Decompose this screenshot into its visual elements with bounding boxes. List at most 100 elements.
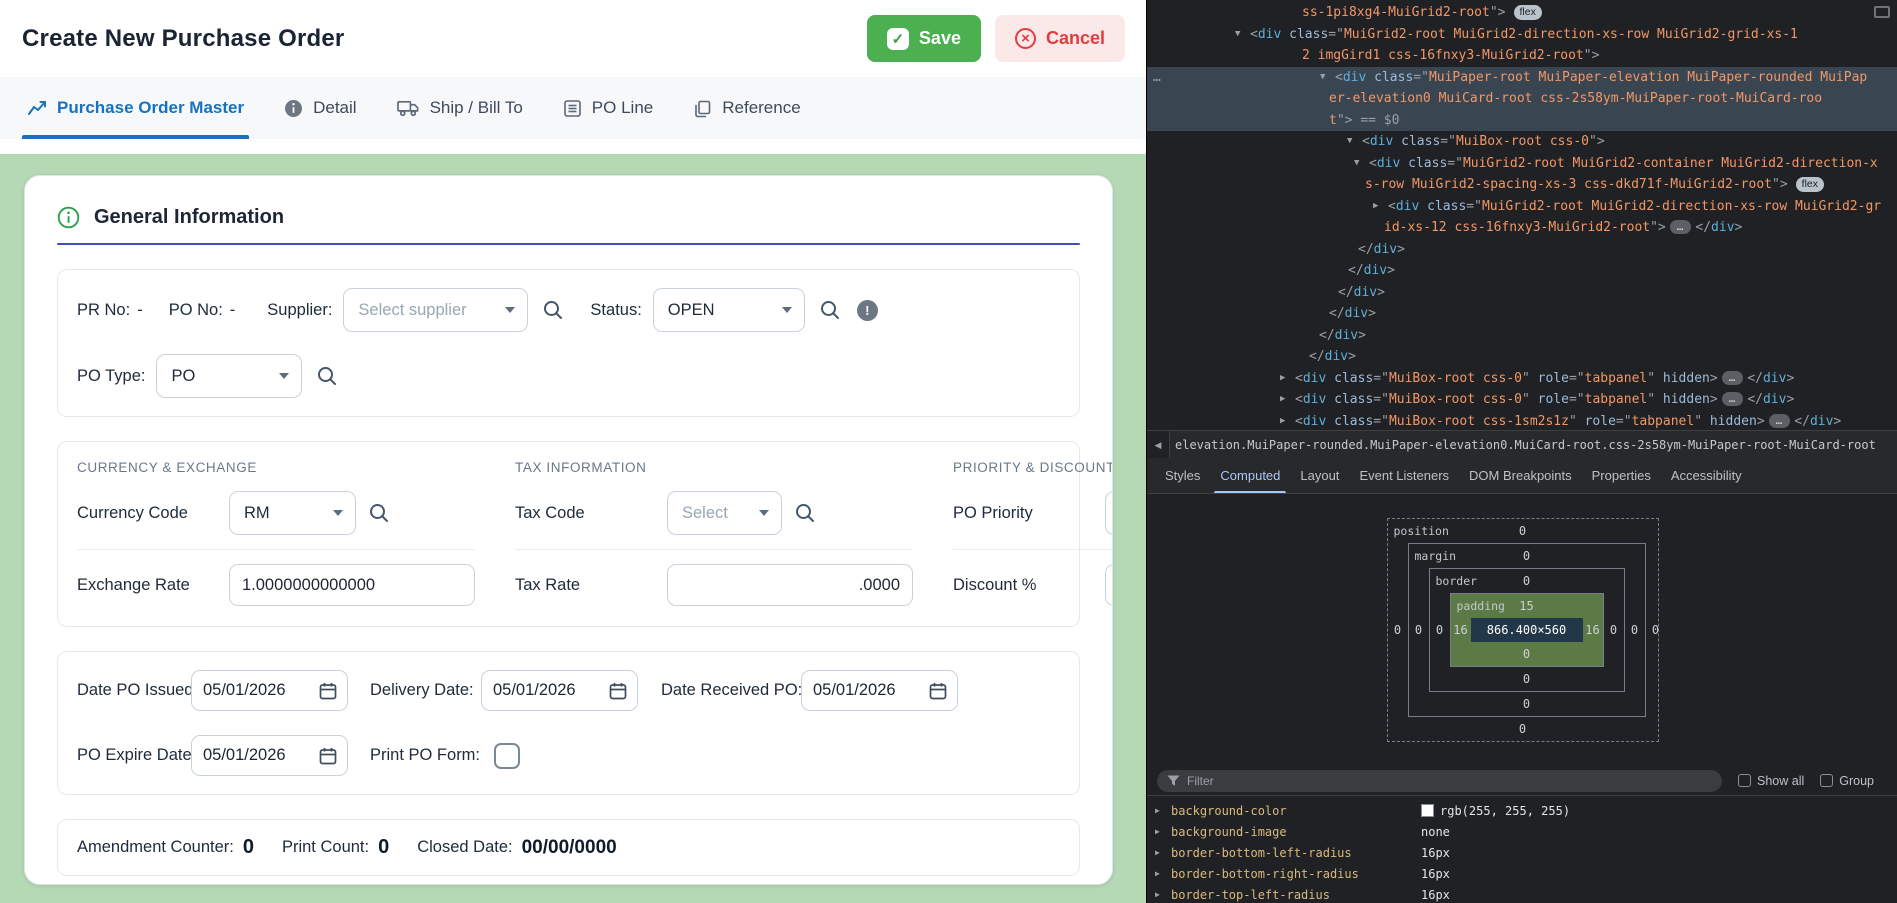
dom-node-line[interactable]: t"> == $0 [1147, 110, 1897, 132]
currency-search-icon[interactable] [368, 502, 390, 524]
currency-code-select[interactable]: RM [229, 491, 356, 535]
group-checkbox[interactable] [1820, 774, 1833, 787]
tax-code-select[interactable]: Select [667, 491, 782, 535]
delivery-date-input[interactable]: 05/01/2026 [481, 670, 638, 711]
code-token: div [1345, 306, 1368, 321]
box-model[interactable]: position0 0 margin0 0 border0 0 [1387, 518, 1659, 742]
devtools-tab-properties[interactable]: Properties [1582, 458, 1661, 493]
calendar-icon[interactable] [608, 681, 628, 701]
po-expire-date-input[interactable]: 05/01/2026 [191, 735, 348, 776]
exchange-rate-input[interactable] [229, 564, 475, 606]
tab-detail[interactable]: Detail [284, 77, 356, 139]
cancel-button[interactable]: × Cancel [995, 15, 1125, 62]
computed-property-row: ▶border-bottom-right-radius16px [1147, 863, 1897, 884]
show-all-checkbox[interactable] [1738, 774, 1751, 787]
box-model-padding-ring[interactable]: padding15 16 866.400×560 16 0 [1450, 593, 1604, 667]
expand-inline-button[interactable]: … [1670, 220, 1692, 234]
dom-node-line[interactable]: </div> [1147, 325, 1897, 347]
dom-node-line[interactable]: ▼<div class="MuiGrid2-root MuiGrid2-dire… [1147, 24, 1897, 46]
calendar-icon[interactable] [318, 681, 338, 701]
expand-arrow-icon[interactable]: ▶ [1155, 806, 1171, 815]
dom-node-line[interactable]: ▼<div class="MuiBox-root css-0"> [1147, 131, 1897, 153]
expand-arrow-icon[interactable]: ▼ [1354, 153, 1369, 175]
device-icon[interactable] [1874, 6, 1890, 18]
code-token: role [1585, 414, 1616, 429]
expand-arrow-icon[interactable]: ▶ [1280, 368, 1295, 390]
property-name[interactable]: background-color [1171, 804, 1421, 818]
po-priority-select[interactable]: Select [1105, 491, 1113, 535]
date-po-issued-input[interactable]: 05/01/2026 [191, 670, 348, 711]
expand-arrow-icon[interactable]: ▶ [1155, 890, 1171, 899]
expand-arrow-icon[interactable]: ▶ [1280, 389, 1295, 411]
dom-node-line[interactable]: 2 imgGird1 css-16fnxy3-MuiGrid2-root"> [1147, 45, 1897, 67]
property-name[interactable]: background-image [1171, 825, 1421, 839]
devtools-tab-layout[interactable]: Layout [1290, 458, 1349, 493]
expand-inline-button[interactable]: … [1722, 392, 1744, 406]
flex-badge[interactable]: flex [1514, 5, 1542, 20]
expand-arrow-icon[interactable]: ▶ [1373, 196, 1388, 218]
expand-arrow-icon[interactable]: ▶ [1280, 411, 1295, 433]
dom-node-line[interactable]: </div> [1147, 260, 1897, 282]
calendar-icon[interactable] [318, 746, 338, 766]
tab-po-line[interactable]: PO Line [563, 77, 653, 139]
dom-node-line[interactable]: id-xs-12 css-16fnxy3-MuiGrid2-root">…</d… [1147, 217, 1897, 239]
filter-input[interactable]: Filter [1157, 770, 1722, 792]
dom-node-line[interactable]: ss-1pi8xg4-MuiGrid2-root">flex [1147, 2, 1897, 24]
devtools-tab-computed[interactable]: Computed [1210, 458, 1290, 493]
status-alert-icon[interactable]: ! [857, 300, 878, 321]
dom-node-line[interactable]: </div> [1147, 239, 1897, 261]
tax-search-icon[interactable] [794, 502, 816, 524]
dom-node-line[interactable]: ▶<div class="MuiBox-root css-0" role="ta… [1147, 389, 1897, 411]
expand-arrow-icon[interactable]: ▶ [1155, 869, 1171, 878]
dom-node-line[interactable]: </div> [1147, 346, 1897, 368]
dom-node-line[interactable]: ▶<div class="MuiGrid2-root MuiGrid2-dire… [1147, 196, 1897, 218]
tax-rate-input[interactable] [667, 564, 913, 606]
box-model-margin-ring[interactable]: margin0 0 border0 0 padding15 [1408, 543, 1646, 717]
expand-inline-button[interactable]: … [1769, 414, 1791, 428]
save-button[interactable]: ✓ Save [867, 15, 981, 62]
tab-label: Reference [722, 98, 800, 118]
dom-node-line[interactable]: </div> [1147, 282, 1897, 304]
dom-node-line[interactable]: ▼<div class="MuiGrid2-root MuiGrid2-cont… [1147, 153, 1897, 175]
supplier-select[interactable]: Select supplier [343, 288, 528, 332]
tab-purchase-order-master[interactable]: Purchase Order Master [27, 77, 244, 139]
calendar-icon[interactable] [928, 681, 948, 701]
dom-node-line[interactable]: s-row MuiGrid2-spacing-xs-3 css-dkd71f-M… [1147, 174, 1897, 196]
expand-arrow-icon[interactable]: ▼ [1320, 67, 1335, 89]
breadcrumb-scroll-left-icon[interactable]: ◀ [1147, 431, 1170, 459]
flex-badge[interactable]: flex [1796, 177, 1824, 192]
print-po-form-checkbox[interactable] [494, 743, 520, 769]
dom-node-line[interactable]: er-elevation0 MuiCard-root css-2s58ym-Mu… [1147, 88, 1897, 110]
property-name[interactable]: border-top-left-radius [1171, 888, 1421, 902]
devtools-tab-dom-breakpoints[interactable]: DOM Breakpoints [1459, 458, 1582, 493]
discount-input[interactable] [1105, 564, 1113, 606]
dom-node-line[interactable]: </div> [1147, 303, 1897, 325]
dom-node-line[interactable]: ▶<div class="MuiBox-root css-1sm2s1z" ro… [1147, 411, 1897, 433]
supplier-search-icon[interactable] [542, 299, 564, 321]
po-type-select[interactable]: PO [156, 354, 302, 398]
devtools-tab-styles[interactable]: Styles [1155, 458, 1210, 493]
node-menu-dots-icon[interactable]: … [1153, 67, 1162, 89]
dom-node-line[interactable]: …▼<div class="MuiPaper-root MuiPaper-ele… [1147, 67, 1897, 89]
tab-ship-bill-to[interactable]: Ship / Bill To [397, 77, 523, 139]
dom-node-line[interactable]: ▶<div class="MuiBox-root css-0" role="ta… [1147, 368, 1897, 390]
status-select[interactable]: OPEN [653, 288, 805, 332]
expand-arrow-icon[interactable]: ▶ [1155, 848, 1171, 857]
box-model-border-ring[interactable]: border0 0 padding15 16 866.400×560 [1429, 568, 1625, 692]
breadcrumb-text[interactable]: elevation.MuiPaper-rounded.MuiPaper-elev… [1170, 438, 1876, 452]
expand-inline-button[interactable]: … [1722, 371, 1744, 385]
devtools-tab-accessibility[interactable]: Accessibility [1661, 458, 1752, 493]
property-name[interactable]: border-bottom-right-radius [1171, 867, 1421, 881]
box-model-content[interactable]: 866.400×560 [1471, 618, 1583, 642]
expand-arrow-icon[interactable]: ▶ [1155, 827, 1171, 836]
expand-arrow-icon[interactable]: ▼ [1235, 24, 1250, 46]
expand-arrow-icon[interactable]: ▼ [1347, 131, 1362, 153]
property-name[interactable]: border-bottom-left-radius [1171, 846, 1421, 860]
box-model-position-ring[interactable]: position0 0 margin0 0 border0 0 [1387, 518, 1659, 742]
status-search-icon[interactable] [819, 299, 841, 321]
tab-reference[interactable]: Reference [693, 77, 800, 139]
date-received-po-input[interactable]: 05/01/2026 [801, 670, 958, 711]
color-swatch[interactable] [1421, 804, 1434, 817]
po-type-search-icon[interactable] [316, 365, 338, 387]
devtools-tab-event-listeners[interactable]: Event Listeners [1349, 458, 1459, 493]
